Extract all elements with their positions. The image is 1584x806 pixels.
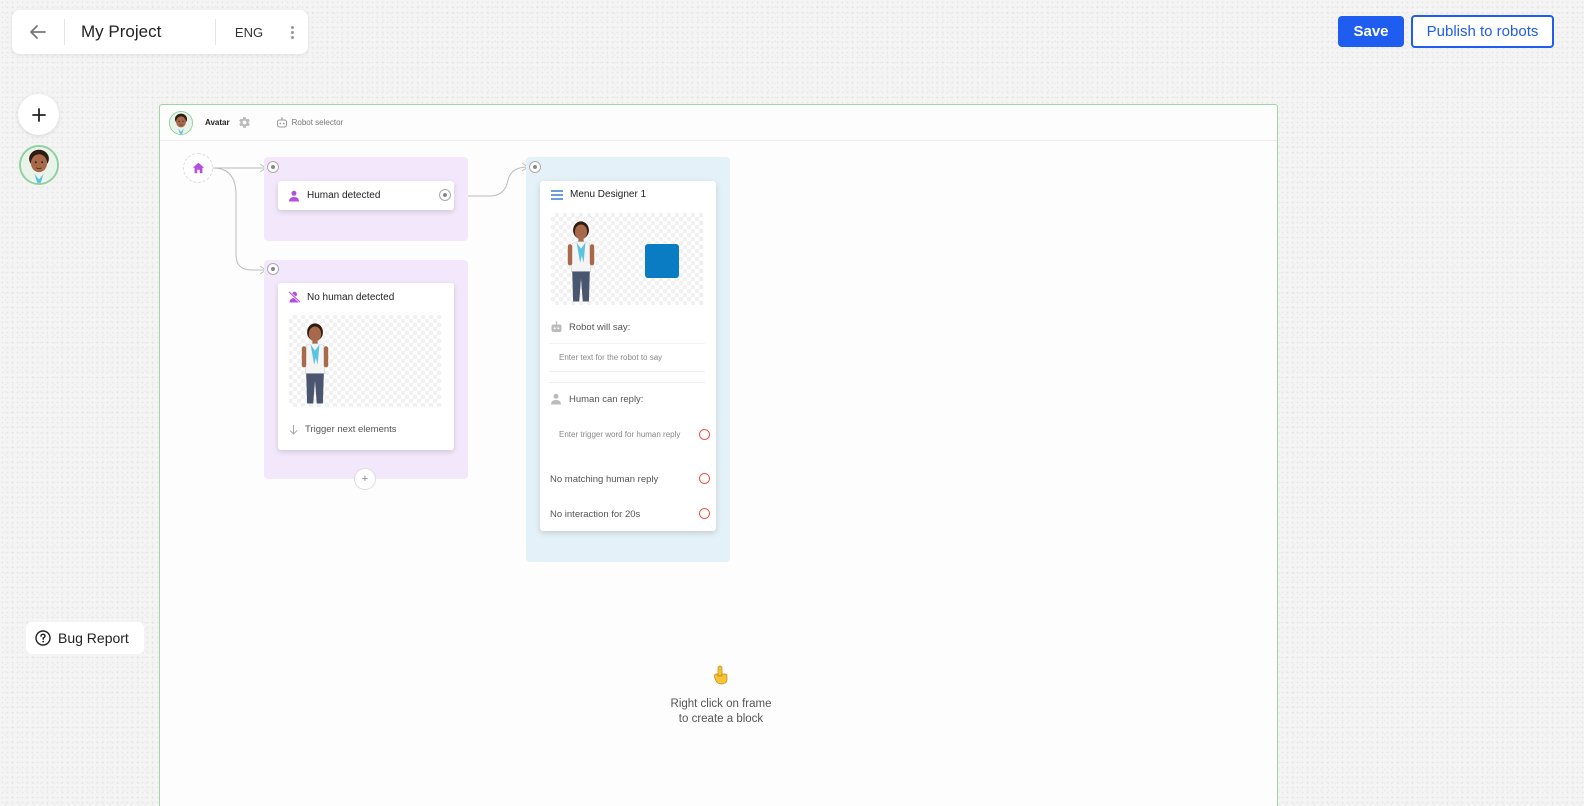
plus-icon bbox=[31, 107, 46, 122]
avatar-icon bbox=[21, 147, 57, 183]
person-icon bbox=[289, 190, 299, 201]
bug-report-label: Bug Report bbox=[58, 630, 129, 646]
menu-designer-title: Menu Designer 1 bbox=[570, 189, 647, 200]
no-match-output-port[interactable] bbox=[699, 473, 710, 484]
add-block-button[interactable]: + bbox=[354, 468, 376, 490]
bug-report-button[interactable]: Bug Report bbox=[26, 622, 144, 654]
trigger-next-elements[interactable]: Trigger next elements bbox=[288, 424, 397, 435]
divider bbox=[549, 382, 705, 383]
publish-button[interactable]: Publish to robots bbox=[1411, 15, 1554, 48]
robot-say-placeholder: Enter text for the robot to say bbox=[559, 353, 663, 362]
group-input-port[interactable] bbox=[267, 161, 279, 173]
menu-designer-header: Menu Designer 1 bbox=[551, 189, 646, 200]
human-detected-title: Human detected bbox=[307, 190, 381, 201]
human-reply-input[interactable]: Enter trigger word for human reply bbox=[549, 421, 705, 447]
menu-designer-block[interactable]: Menu Designer 1 Robot will say: Enter te… bbox=[540, 181, 716, 531]
robot-say-input[interactable]: Enter text for the robot to say bbox=[549, 343, 705, 372]
human-reply-output-port[interactable] bbox=[699, 429, 710, 440]
add-frame-button[interactable] bbox=[18, 94, 59, 135]
avatar-figure-image bbox=[297, 319, 333, 407]
hint-line-2: to create a block bbox=[678, 713, 764, 725]
save-button[interactable]: Save bbox=[1338, 16, 1404, 47]
arrow-left-icon bbox=[30, 25, 46, 39]
human-reply-label: Human can reply: bbox=[569, 393, 644, 405]
person-icon bbox=[551, 393, 561, 405]
human-detected-output-port[interactable] bbox=[439, 189, 451, 201]
kebab-icon[interactable] bbox=[282, 25, 302, 39]
start-node[interactable] bbox=[183, 153, 213, 183]
avatar-frame-button[interactable] bbox=[19, 145, 59, 185]
person-off-icon bbox=[288, 291, 301, 303]
avatar-preview bbox=[289, 315, 441, 407]
no-match-label: No matching human reply bbox=[550, 474, 659, 485]
robot-say-heading: Robot will say: bbox=[550, 321, 630, 333]
project-title[interactable]: My Project bbox=[65, 22, 215, 42]
menu-preview bbox=[551, 213, 703, 305]
human-detected-block[interactable]: Human detected bbox=[278, 181, 454, 210]
home-icon bbox=[192, 162, 204, 174]
menu-button-preview bbox=[645, 244, 679, 278]
group-input-port[interactable] bbox=[267, 263, 279, 275]
pointing-hand-icon bbox=[714, 665, 728, 685]
question-circle-icon bbox=[35, 630, 51, 646]
arrow-down-icon bbox=[289, 425, 298, 435]
no-human-detected-header: No human detected bbox=[288, 291, 394, 303]
group-input-port[interactable] bbox=[529, 161, 541, 173]
project-toolbar: My Project ENG bbox=[12, 10, 308, 54]
no-human-detected-title: No human detected bbox=[307, 291, 395, 303]
canvas-frame[interactable]: Avatar Robot selector Human detected No … bbox=[159, 104, 1278, 806]
canvas-hint: Right click on frame to create a block bbox=[670, 665, 772, 727]
language-selector[interactable]: ENG bbox=[216, 25, 282, 40]
no-interaction-output-port[interactable] bbox=[699, 508, 710, 519]
no-human-detected-block[interactable]: No human detected Trigger next elements bbox=[278, 283, 454, 450]
back-button[interactable] bbox=[12, 10, 64, 54]
human-reply-heading: Human can reply: bbox=[550, 393, 643, 405]
no-interaction-label: No interaction for 20s bbox=[550, 509, 641, 520]
robot-say-label: Robot will say: bbox=[569, 321, 631, 333]
trigger-next-label: Trigger next elements bbox=[305, 424, 397, 435]
avatar-figure-image bbox=[563, 217, 599, 305]
hint-line-1: Right click on frame bbox=[670, 698, 772, 710]
robot-icon bbox=[551, 321, 562, 332]
menu-lines-icon bbox=[551, 189, 563, 200]
human-reply-placeholder: Enter trigger word for human reply bbox=[559, 429, 681, 439]
